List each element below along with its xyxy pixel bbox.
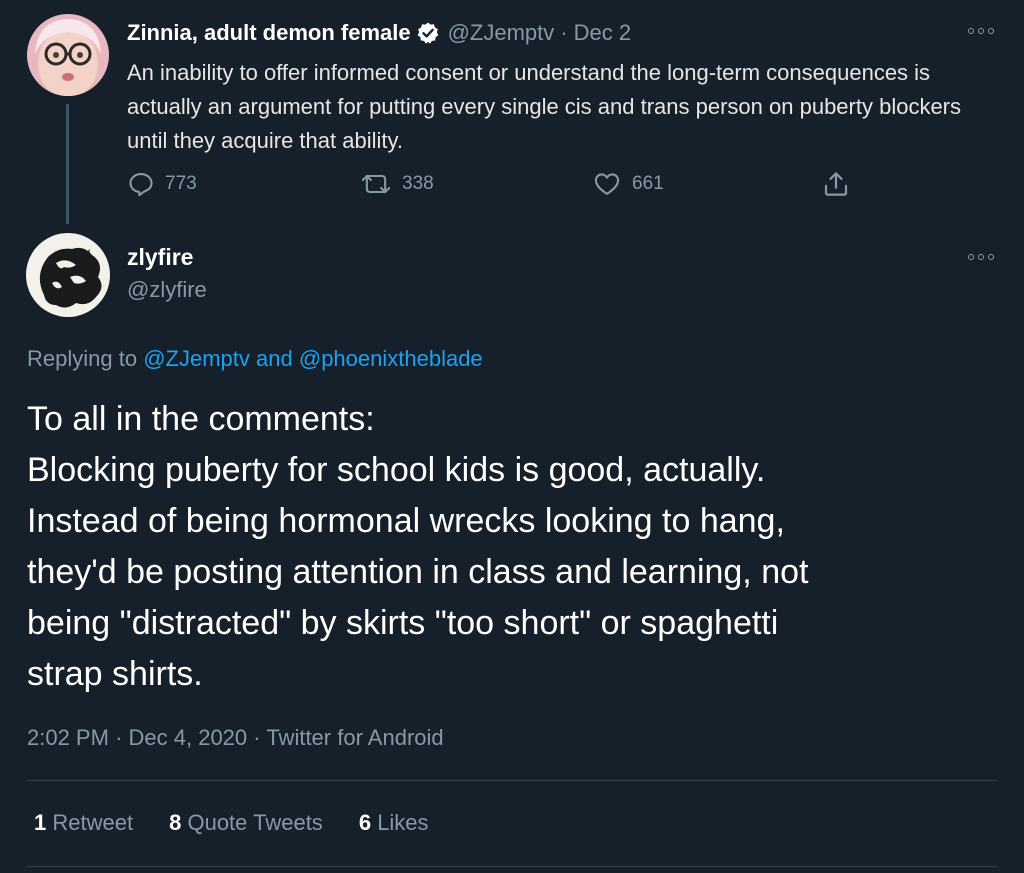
divider xyxy=(27,780,997,781)
tweet-time[interactable]: 2:02 PM xyxy=(27,725,109,750)
main-avatar[interactable] xyxy=(26,233,110,317)
parent-tweet-text: An inability to offer informed consent o… xyxy=(127,60,962,153)
like-button[interactable]: 661 xyxy=(592,168,664,200)
tweet-text-line: being "distracted" by skirts "too short"… xyxy=(27,604,779,642)
retweets-count: 1 xyxy=(34,810,47,835)
retweets-label: Retweet xyxy=(52,810,134,835)
retweet-button[interactable]: 338 xyxy=(360,168,434,200)
separator-dot: · xyxy=(115,725,123,750)
retweets-stat[interactable]: 1 Retweet xyxy=(34,810,133,836)
separator-dot: · xyxy=(560,20,568,45)
tweet-text-line: To all in the comments: xyxy=(27,400,375,438)
engagement-stats: 1 Retweet 8 Quote Tweets 6 Likes xyxy=(34,810,465,836)
more-icon[interactable] xyxy=(968,250,994,264)
tweet-text-line: Instead of being hormonal wrecks looking… xyxy=(27,502,785,540)
more-icon[interactable] xyxy=(968,24,994,38)
like-icon xyxy=(594,173,620,195)
quotes-label: Quote Tweets xyxy=(187,810,323,835)
share-button[interactable] xyxy=(821,168,861,200)
verified-icon xyxy=(416,21,440,45)
parent-display-name[interactable]: Zinnia, adult demon female xyxy=(127,20,411,46)
likes-stat[interactable]: 6 Likes xyxy=(359,810,429,836)
thread-connector-line xyxy=(66,104,69,224)
tweet-source[interactable]: Twitter for Android xyxy=(266,725,443,750)
separator-dot: · xyxy=(253,725,261,750)
main-display-name[interactable]: zlyfire xyxy=(127,244,193,271)
likes-count: 6 xyxy=(358,810,372,835)
tweet-text-line: strap shirts. xyxy=(27,655,203,693)
replying-to: Replying to @ZJemptv and @phoenixtheblad… xyxy=(27,346,483,372)
retweet-count: 338 xyxy=(402,173,434,194)
parent-avatar[interactable] xyxy=(27,14,109,96)
replying-and: and xyxy=(256,346,293,371)
quotes-count: 8 xyxy=(169,810,182,835)
replying-prefix: Replying to xyxy=(27,346,138,371)
parent-tweet-header: Zinnia, adult demon female @ZJemptv · De… xyxy=(127,18,631,48)
parent-tweet-actions: 773 338 661 xyxy=(127,168,867,200)
likes-label: Likes xyxy=(377,810,429,835)
reply-button[interactable]: 773 xyxy=(127,168,197,200)
parent-date[interactable]: Dec 2 xyxy=(574,20,631,46)
retweet-icon xyxy=(361,174,391,194)
main-tweet-text: To all in the comments: Blocking puberty… xyxy=(27,394,1007,700)
share-icon xyxy=(824,172,848,196)
parent-handle[interactable]: @ZJemptv xyxy=(448,20,555,46)
like-count: 661 xyxy=(632,173,664,194)
tweet-page: Zinnia, adult demon female @ZJemptv · De… xyxy=(0,0,1024,873)
tweet-text-line: they'd be posting attention in class and… xyxy=(27,553,809,591)
replying-user-link[interactable]: @ZJemptv xyxy=(143,346,250,371)
divider xyxy=(27,866,997,867)
reply-icon xyxy=(129,173,153,197)
reply-count: 773 xyxy=(165,173,197,194)
tweet-date[interactable]: Dec 4, 2020 xyxy=(129,725,248,750)
tweet-text-line: Blocking puberty for school kids is good… xyxy=(27,451,766,489)
main-handle[interactable]: @zlyfire xyxy=(127,277,207,303)
tweet-timestamp: 2:02 PM · Dec 4, 2020 · Twitter for Andr… xyxy=(27,725,444,751)
quote-tweets-stat[interactable]: 8 Quote Tweets xyxy=(169,810,323,836)
replying-user-link[interactable]: @phoenixtheblade xyxy=(299,346,483,371)
